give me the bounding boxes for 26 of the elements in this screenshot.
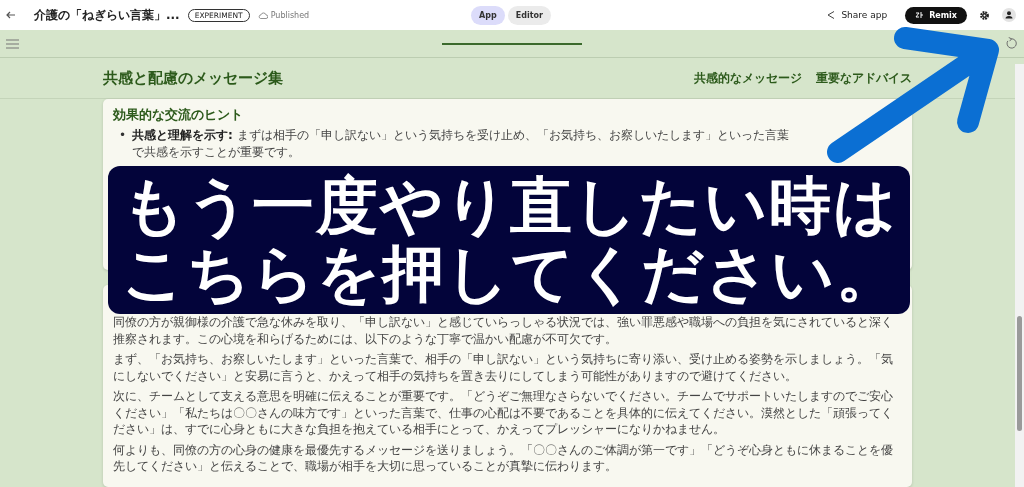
share-icon: [826, 10, 837, 20]
remix-button[interactable]: Remix: [905, 6, 967, 24]
refresh-icon[interactable]: [1005, 37, 1018, 50]
avatar-icon[interactable]: [1002, 8, 1016, 22]
settings-icon[interactable]: [979, 9, 990, 21]
paragraph: 同僚の方が親御様の介護で急な休みを取り、「申し訳ない」と感じていらっしゃる状況では、強い罪悪感や職場への負担を気にされていると深く推察されます。この心境を和らげるためには、以下のような丁寧で温かい配慮が不可欠です。: [113, 314, 894, 347]
view-tab[interactable]: Editor: [507, 5, 551, 25]
callout-text: こちらを押してください。: [122, 240, 900, 308]
paragraph: まず、「お気持ち、お察しいたします」といった言葉で、相手の「申し訳ない」という気持ちに寄り添い、受け止める姿勢を示しましょう。「気にしないでください」と安易に言うと、かえって相手の気持ちを置き去りにしてしまう可能性がありますので避けてください。: [113, 351, 894, 384]
paragraph: 次に、チームとして支える意思を明確に伝えることが重要です。「どうぞご無理なさらないでください。チームでサポートいたしますのでご安心ください」「私たちは〇〇さんの味方です」といった言葉で、仕事の心配は不要であることを具体的に伝えてください。漠然とした「頑張ってください」は、すでに心身ともに大きな負担を抱えている相手にとって、かえってプレッシャーになりかねません。: [113, 388, 894, 438]
paragraph: 何よりも、同僚の方の心身の健康を最優先するメッセージを送りましょう。「〇〇さんのご体調が第一です」「どうぞ心身ともに休まることを優先してください」と伝えることで、職場が相手を大切に思っていることが真摯に伝わります。: [113, 441, 894, 475]
share-button[interactable]: Share app: [820, 9, 894, 21]
publish-status: Published: [270, 10, 310, 20]
remix-icon: [915, 11, 925, 19]
cloud-icon: [257, 11, 268, 19]
bullet-text: 共感と理解を示す: まずは相手の「申し訳ない」という気持ちを受け止め、「お気持ち、お察しいたします」といった言葉で共感を示すことが重要です。: [132, 127, 790, 160]
page-heading: 共感と配慮のメッセージ集: [103, 68, 283, 88]
view-tab[interactable]: App: [471, 5, 505, 25]
app-title: 介護の「ねぎらい言葉」...: [34, 6, 180, 24]
scrollbar[interactable]: [1015, 64, 1024, 487]
section-heading: 効果的な交流のヒント: [113, 107, 244, 123]
callout-text: もう一度やり直したい時は: [122, 172, 898, 240]
nav-link[interactable]: 共感的なメッセージ: [694, 69, 802, 87]
back-icon[interactable]: [6, 10, 16, 20]
bullet-marker: •: [119, 127, 127, 144]
nav-link[interactable]: 重要なアドバイス: [816, 69, 912, 87]
